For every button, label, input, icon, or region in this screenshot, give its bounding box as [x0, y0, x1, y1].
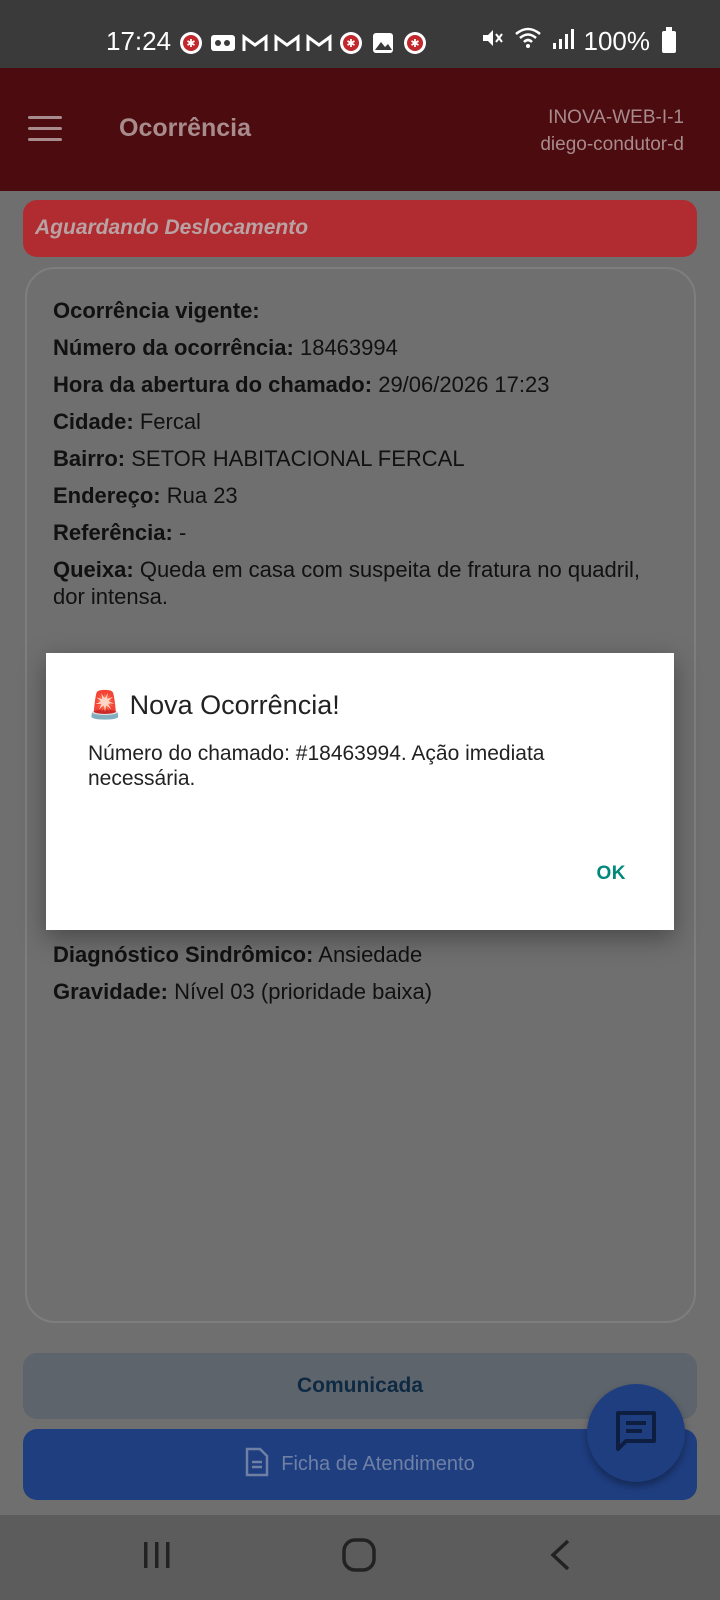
- field-label: Número da ocorrência:: [53, 335, 294, 360]
- field-value: -: [178, 520, 187, 545]
- gmail-icon: [242, 30, 268, 56]
- field-label: Endereço:: [53, 483, 161, 508]
- field-value: Nível 03 (prioridade baixa): [174, 979, 433, 1004]
- wifi-icon: [514, 26, 542, 57]
- siren-icon: 🚨: [88, 690, 122, 720]
- new-occurrence-dialog: 🚨 Nova Ocorrência! Número do chamado: #1…: [46, 653, 674, 930]
- field-opening-time: Hora da abertura do chamado: 29/06/2026 …: [53, 371, 670, 398]
- status-badge: Aguardando Deslocamento: [23, 200, 697, 257]
- ficha-atendimento-label: Ficha de Atendimento: [281, 1453, 475, 1475]
- home-button[interactable]: [334, 1537, 384, 1577]
- server-name: INOVA-WEB-I-1: [548, 107, 684, 128]
- field-value: Ansiedade: [318, 942, 423, 967]
- field-complaint: Queixa: Queda em casa com suspeita de fr…: [53, 556, 670, 610]
- gmail-icon: [274, 30, 300, 56]
- field-value: Rua 23: [166, 483, 238, 508]
- samu-icon: ✱: [338, 30, 364, 56]
- dialog-title: 🚨 Nova Ocorrência!: [88, 689, 340, 721]
- chat-fab-button[interactable]: [587, 1384, 685, 1482]
- field-value: 18463994: [299, 335, 398, 360]
- field-label: Diagnóstico Sindrômico:: [53, 942, 314, 967]
- field-severity: Gravidade: Nível 03 (prioridade baixa): [53, 978, 670, 1005]
- recent-apps-icon: [141, 1539, 173, 1576]
- system-icons: 100%: [480, 26, 676, 57]
- chat-icon: [614, 1409, 658, 1458]
- battery-level: 100%: [583, 26, 651, 56]
- field-value: Fercal: [139, 409, 201, 434]
- field-reference: Referência: -: [53, 519, 670, 546]
- gallery-icon: [370, 30, 396, 56]
- ok-button[interactable]: OK: [597, 863, 627, 885]
- notification-icons: ✱ ✱ ✱: [178, 30, 428, 56]
- field-label: Hora da abertura do chamado:: [53, 372, 373, 397]
- samu-icon: ✱: [402, 30, 428, 56]
- document-icon: [245, 1447, 269, 1483]
- occurrence-heading: Ocorrência vigente:: [53, 298, 260, 323]
- dialog-title-text: Nova Ocorrência!: [129, 689, 340, 720]
- field-number: Número da ocorrência: 18463994: [53, 334, 670, 361]
- field-label: Bairro:: [53, 446, 126, 471]
- svg-text:✱: ✱: [346, 37, 355, 50]
- gmail-icon: [306, 30, 332, 56]
- home-icon: [341, 1537, 377, 1578]
- field-neighborhood: Bairro: SETOR HABITACIONAL FERCAL: [53, 445, 670, 472]
- field-label: Queixa:: [53, 557, 134, 582]
- field-address: Endereço: Rua 23: [53, 482, 670, 509]
- signal-icon: [552, 26, 574, 57]
- battery-icon: [662, 26, 676, 53]
- field-value: 29/06/2026 17:23: [378, 372, 550, 397]
- occurrence-details: Ocorrência vigente: Número da ocorrência…: [53, 297, 670, 620]
- user-name: diego-condutor-d: [540, 134, 684, 155]
- mute-icon: [480, 26, 504, 57]
- svg-text:✱: ✱: [186, 37, 195, 50]
- field-label: Referência:: [53, 520, 173, 545]
- back-button[interactable]: [535, 1537, 585, 1577]
- status-bar: 17:24 ✱ ✱ ✱ 100%: [0, 0, 720, 68]
- field-label: Gravidade:: [53, 979, 168, 1004]
- field-value: SETOR HABITACIONAL FERCAL: [131, 446, 465, 471]
- hamburger-menu-icon[interactable]: [28, 116, 62, 142]
- field-label: Cidade:: [53, 409, 134, 434]
- status-time: 17:24: [106, 26, 172, 56]
- field-value: Queda em casa com suspeita de fratura no…: [53, 557, 640, 609]
- voicemail-icon: [210, 30, 236, 56]
- user-info: INOVA-WEB-I-1 diego-condutor-d: [540, 104, 684, 158]
- back-icon: [548, 1538, 572, 1577]
- field-diagnosis: Diagnóstico Sindrômico: Ansiedade: [53, 941, 670, 968]
- system-navigation-bar: [0, 1515, 720, 1600]
- page-title: Ocorrência: [119, 114, 252, 142]
- occurrence-diagnosis: Diagnóstico Sindrômico: Ansiedade Gravid…: [53, 941, 670, 1015]
- svg-text:✱: ✱: [410, 37, 419, 50]
- app-bar: Ocorrência INOVA-WEB-I-1 diego-condutor-…: [0, 68, 720, 191]
- dialog-message: Número do chamado: #18463994. Ação imedi…: [88, 742, 545, 790]
- field-city: Cidade: Fercal: [53, 408, 670, 435]
- samu-icon: ✱: [178, 30, 204, 56]
- recent-apps-button[interactable]: [132, 1537, 182, 1577]
